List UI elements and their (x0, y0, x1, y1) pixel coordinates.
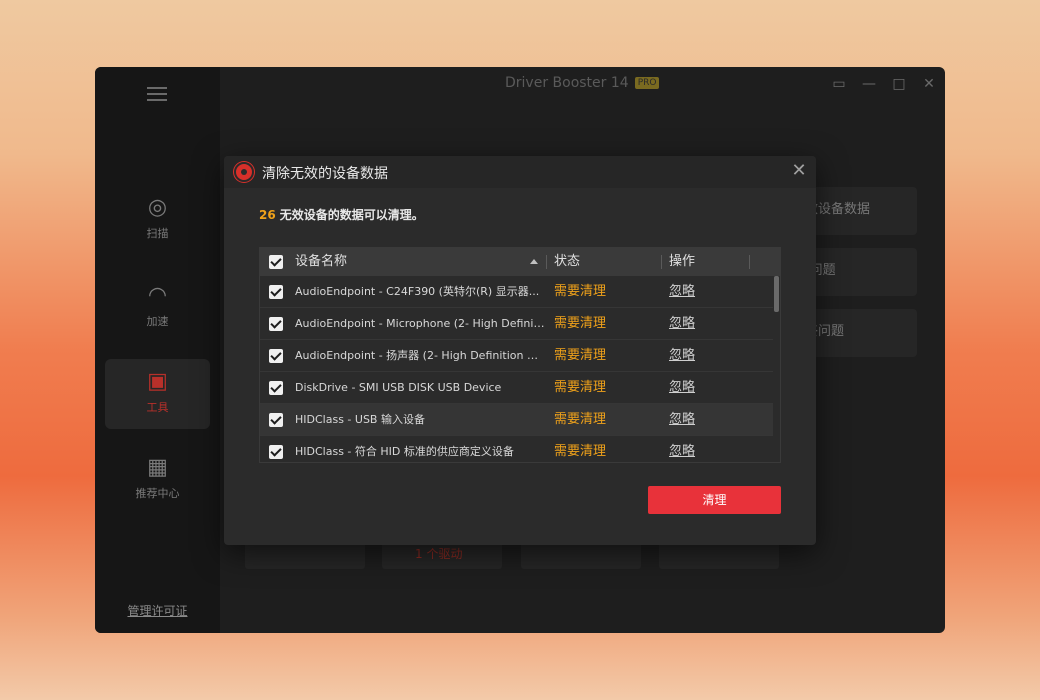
table-row[interactable]: HIDClass - 符合 HID 标准的供应商定义设备 需要清理 忽略 (260, 436, 774, 462)
table-row[interactable]: HIDClass - USB 输入设备 需要清理 忽略 (260, 404, 774, 436)
device-name: AudioEndpoint - Microphone (2- High Defi… (295, 317, 545, 330)
speedometer-icon: ◠ (147, 283, 168, 308)
device-status: 需要清理 (554, 316, 607, 331)
ignore-link[interactable]: 忽略 (669, 340, 695, 371)
column-header-action[interactable]: 操作 (669, 248, 695, 276)
row-checkbox[interactable] (269, 349, 283, 363)
sidebar-item-label: 推荐中心 (135, 487, 180, 500)
sidebar-item-scan[interactable]: ◎ 扫描 (105, 185, 210, 255)
close-icon[interactable]: ✕ (788, 160, 810, 182)
dialog-header: 清除无效的设备数据 ✕ (224, 156, 816, 188)
ignore-link[interactable]: 忽略 (669, 404, 695, 435)
scan-icon: ◎ (147, 195, 168, 220)
column-divider (661, 255, 662, 269)
maximize-icon[interactable]: □ (888, 73, 910, 95)
row-checkbox[interactable] (269, 413, 283, 427)
table-row[interactable]: AudioEndpoint - C24F390 (英特尔(R) 显示器... 需… (260, 276, 774, 308)
bottom-tile-text: 1 个驱动 (415, 547, 463, 561)
table-row[interactable]: DiskDrive - SMI USB DISK USB Device 需要清理… (260, 372, 774, 404)
row-checkbox[interactable] (269, 317, 283, 331)
device-name: AudioEndpoint - C24F390 (英特尔(R) 显示器... (295, 285, 540, 298)
sidebar-item-label: 加速 (146, 315, 169, 328)
ignore-link[interactable]: 忽略 (669, 436, 695, 462)
dialog-title: 清除无效的设备数据 (262, 166, 388, 182)
device-status: 需要清理 (554, 348, 607, 363)
column-header-name[interactable]: 设备名称 (295, 248, 347, 276)
column-header-status[interactable]: 状态 (554, 248, 580, 276)
pro-badge: PRO (634, 77, 660, 89)
ignore-link[interactable]: 忽略 (669, 276, 695, 307)
table-row[interactable]: AudioEndpoint - 扬声器 (2- High Definition … (260, 340, 774, 372)
table-header: 设备名称 状态 操作 (260, 248, 780, 276)
device-name: HIDClass - 符合 HID 标准的供应商定义设备 (295, 445, 514, 458)
clean-button[interactable]: 清理 (648, 486, 781, 514)
column-divider (749, 255, 750, 269)
title-bar: Driver Booster 14 PRO ▭ — □ ✕ (220, 67, 945, 101)
manage-license-link[interactable]: 管理许可证 (95, 602, 220, 619)
row-checkbox[interactable] (269, 445, 283, 459)
app-title: Driver Booster 14 (505, 75, 629, 91)
column-divider (546, 255, 547, 269)
summary-text: 26 无效设备的数据可以清理。 (259, 206, 424, 223)
device-name: DiskDrive - SMI USB DISK USB Device (295, 381, 502, 394)
sort-ascending-icon[interactable] (530, 259, 538, 264)
ignore-link[interactable]: 忽略 (669, 308, 695, 339)
device-status: 需要清理 (554, 444, 607, 459)
minimize-icon[interactable]: — (858, 73, 880, 95)
sidebar: ◎ 扫描 ◠ 加速 ▣ 工具 ▦ 推荐中心 管理许可证 (95, 67, 220, 633)
table-row[interactable]: AudioEndpoint - Microphone (2- High Defi… (260, 308, 774, 340)
row-checkbox[interactable] (269, 381, 283, 395)
app-title-wrap: Driver Booster 14 PRO (505, 75, 660, 91)
table-scrollbar[interactable] (773, 276, 780, 462)
select-all-checkbox[interactable] (269, 255, 283, 269)
menu-icon[interactable] (147, 87, 167, 101)
sidebar-item-tools[interactable]: ▣ 工具 (105, 359, 210, 429)
sidebar-item-recommend[interactable]: ▦ 推荐中心 (105, 445, 210, 515)
summary-message: 无效设备的数据可以清理。 (279, 208, 424, 222)
sidebar-item-label: 工具 (146, 401, 169, 414)
row-checkbox[interactable] (269, 285, 283, 299)
invalid-count: 26 (259, 208, 276, 222)
toolbox-icon: ▣ (147, 369, 168, 394)
apps-grid-icon: ▦ (147, 455, 168, 480)
device-name: AudioEndpoint - 扬声器 (2- High Definition … (295, 349, 545, 362)
ignore-link[interactable]: 忽略 (669, 372, 695, 403)
device-table: 设备名称 状态 操作 AudioEndpoint - C24F390 (英特尔(… (259, 247, 781, 463)
sidebar-item-speedup[interactable]: ◠ 加速 (105, 273, 210, 343)
close-window-icon[interactable]: ✕ (918, 73, 940, 95)
device-status: 需要清理 (554, 380, 607, 395)
clean-invalid-device-data-dialog: 清除无效的设备数据 ✕ 26 无效设备的数据可以清理。 设备名称 状态 操作 Au… (224, 156, 816, 545)
device-status: 需要清理 (554, 412, 607, 427)
device-status: 需要清理 (554, 284, 607, 299)
driver-booster-logo-icon (234, 162, 254, 182)
sidebar-item-label: 扫描 (146, 227, 169, 240)
feedback-icon[interactable]: ▭ (828, 73, 850, 95)
device-name: HIDClass - USB 输入设备 (295, 413, 425, 426)
scroll-thumb[interactable] (774, 276, 779, 312)
